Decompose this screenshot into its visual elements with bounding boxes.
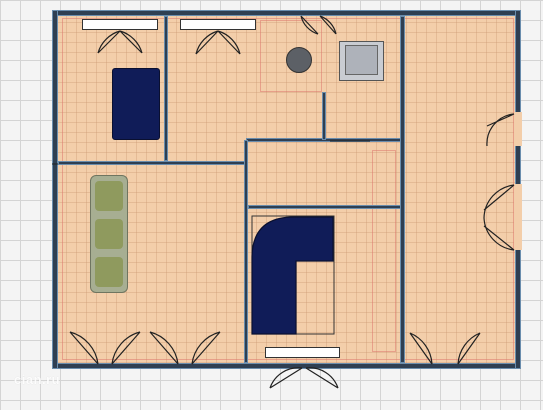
door-arc-14 [305,367,339,389]
door-arc-13 [269,367,303,389]
door-arc-8 [111,331,141,365]
corner-sofa [251,216,334,335]
door-arc-9 [149,331,179,365]
door-arc-10 [191,331,221,365]
watermark: cian.ru [14,372,61,387]
door-arc-17 [483,217,515,251]
door-arc-15 [486,113,515,147]
door-arc-4 [217,30,241,55]
door-arc-16 [483,184,515,219]
door-arc-3 [195,30,219,55]
door-arc-11 [409,332,433,365]
door-arc-2 [119,30,143,54]
door-arc-5 [300,15,319,35]
door-arc-12 [457,332,481,365]
door-arc-6 [319,15,337,35]
door-arc-7 [69,331,99,365]
plan-lines [52,15,515,389]
door-arc-1 [97,30,121,54]
